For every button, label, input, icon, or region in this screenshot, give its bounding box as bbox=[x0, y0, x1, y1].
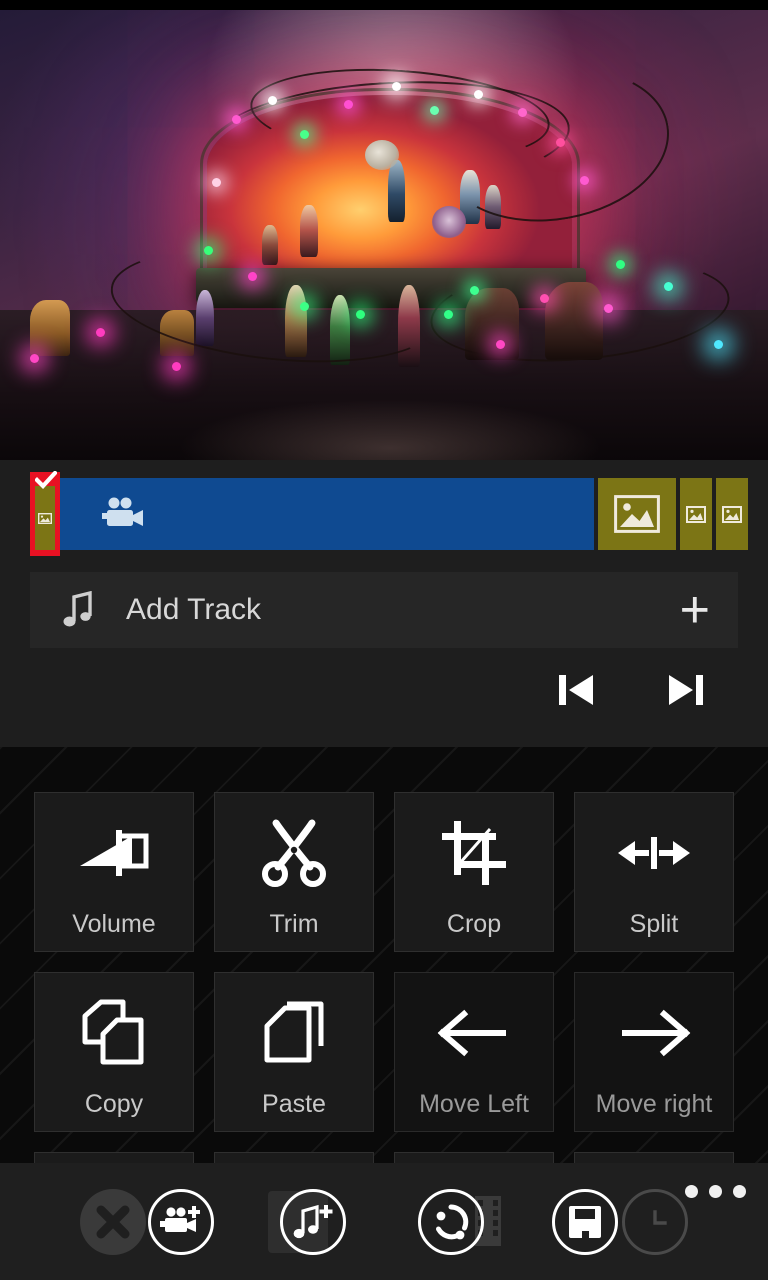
tool-crop-button[interactable]: Crop bbox=[394, 792, 554, 952]
timeline-clip-image[interactable] bbox=[678, 478, 712, 550]
light-bulb bbox=[204, 246, 213, 255]
ellipsis-icon bbox=[685, 1185, 698, 1198]
light-bulb bbox=[300, 302, 309, 311]
skip-previous-icon bbox=[555, 672, 597, 708]
picture-icon bbox=[38, 512, 52, 524]
crop-icon bbox=[395, 793, 553, 912]
figurine-deer bbox=[30, 300, 70, 356]
tool-label: Paste bbox=[262, 1090, 326, 1118]
picture-icon bbox=[614, 495, 660, 533]
tool-volume-button[interactable]: Volume bbox=[34, 792, 194, 952]
ellipsis-icon bbox=[733, 1185, 746, 1198]
add-video-button[interactable] bbox=[148, 1189, 214, 1255]
picture-icon bbox=[686, 505, 706, 523]
next-frame-button[interactable] bbox=[656, 660, 716, 720]
light-bulb bbox=[344, 100, 353, 109]
bottom-app-bar bbox=[0, 1163, 768, 1280]
transport-controls bbox=[546, 660, 726, 720]
light-bulb bbox=[604, 304, 613, 313]
tool-move-right-button[interactable]: Move right bbox=[574, 972, 734, 1132]
clock-icon bbox=[637, 1204, 673, 1240]
light-bulb bbox=[268, 96, 277, 105]
add-music-icon bbox=[292, 1203, 334, 1241]
light-bulb bbox=[714, 340, 723, 349]
scissors-icon bbox=[215, 793, 373, 912]
overflow-menu-button[interactable] bbox=[685, 1185, 746, 1198]
previous-frame-button[interactable] bbox=[546, 660, 606, 720]
light-bulb bbox=[30, 354, 39, 363]
preview-canvas bbox=[0, 10, 768, 460]
timeline-clip-image[interactable] bbox=[714, 478, 748, 550]
rotate-button[interactable] bbox=[418, 1189, 484, 1255]
light-bulb bbox=[616, 260, 625, 269]
light-bulb bbox=[430, 106, 439, 115]
tool-label: Copy bbox=[84, 1090, 144, 1118]
selected-clip-thumbnail bbox=[35, 486, 55, 550]
light-bulb bbox=[248, 272, 257, 281]
skip-next-icon bbox=[665, 672, 707, 708]
rotate-icon bbox=[431, 1202, 471, 1242]
light-bulb bbox=[212, 178, 221, 187]
add-music-button[interactable] bbox=[280, 1189, 346, 1255]
figurine bbox=[300, 205, 318, 257]
tool-label: Crop bbox=[446, 910, 502, 938]
figurine bbox=[432, 206, 466, 238]
tool-copy-button[interactable]: Copy bbox=[34, 972, 194, 1132]
light-bulb bbox=[664, 282, 673, 291]
tool-label: Volume bbox=[72, 910, 156, 938]
delete-button[interactable] bbox=[80, 1189, 146, 1255]
ellipsis-icon bbox=[709, 1185, 722, 1198]
picture-icon bbox=[722, 505, 742, 523]
light-bulb bbox=[474, 90, 483, 99]
video-track bbox=[30, 471, 748, 556]
status-bar bbox=[0, 0, 768, 10]
music-note-icon bbox=[58, 591, 98, 629]
timeline-clip-video[interactable] bbox=[60, 478, 594, 550]
video-editor-app: Add Track + Volume Trim Crop Split Copy … bbox=[0, 0, 768, 1280]
close-x-icon bbox=[94, 1203, 132, 1241]
copy-icon bbox=[35, 973, 193, 1092]
add-track-plus-button[interactable]: + bbox=[680, 584, 710, 636]
add-track-label: Add Track bbox=[126, 593, 262, 626]
paste-icon bbox=[215, 973, 373, 1092]
light-bulb bbox=[556, 138, 565, 147]
arrow-right-icon bbox=[575, 973, 733, 1092]
tool-label: Split bbox=[629, 910, 679, 938]
light-bulb bbox=[300, 130, 309, 139]
split-icon bbox=[575, 793, 733, 912]
tool-label: Trim bbox=[269, 910, 319, 938]
arrow-left-icon bbox=[395, 973, 553, 1092]
tool-paste-button[interactable]: Paste bbox=[214, 972, 374, 1132]
tool-label: Move right bbox=[595, 1090, 713, 1118]
selected-check-icon bbox=[34, 470, 58, 490]
tool-split-button[interactable]: Split bbox=[574, 792, 734, 952]
save-floppy-icon bbox=[567, 1204, 603, 1240]
light-bulb bbox=[356, 310, 365, 319]
video-preview[interactable] bbox=[0, 10, 768, 460]
tool-label: Move Left bbox=[419, 1090, 529, 1118]
timeline-panel: Add Track + bbox=[0, 460, 768, 747]
timeline-clip-image[interactable] bbox=[596, 478, 676, 550]
tool-move-left-button[interactable]: Move Left bbox=[394, 972, 554, 1132]
history-button[interactable] bbox=[622, 1189, 688, 1255]
selected-clip-marker[interactable] bbox=[30, 470, 60, 556]
light-bulb bbox=[444, 310, 453, 319]
light-bulb bbox=[172, 362, 181, 371]
tool-trim-button[interactable]: Trim bbox=[214, 792, 374, 952]
light-bulb bbox=[96, 328, 105, 337]
video-camera-icon bbox=[100, 497, 144, 531]
add-track-row[interactable]: Add Track + bbox=[30, 572, 738, 648]
save-button[interactable] bbox=[552, 1189, 618, 1255]
light-bulb bbox=[580, 176, 589, 185]
light-bulb bbox=[392, 82, 401, 91]
add-video-icon bbox=[160, 1205, 202, 1239]
volume-icon bbox=[35, 793, 193, 912]
light-bulb bbox=[518, 108, 527, 117]
light-bulb bbox=[470, 286, 479, 295]
light-bulb bbox=[496, 340, 505, 349]
light-bulb bbox=[232, 115, 241, 124]
light-bulb bbox=[540, 294, 549, 303]
